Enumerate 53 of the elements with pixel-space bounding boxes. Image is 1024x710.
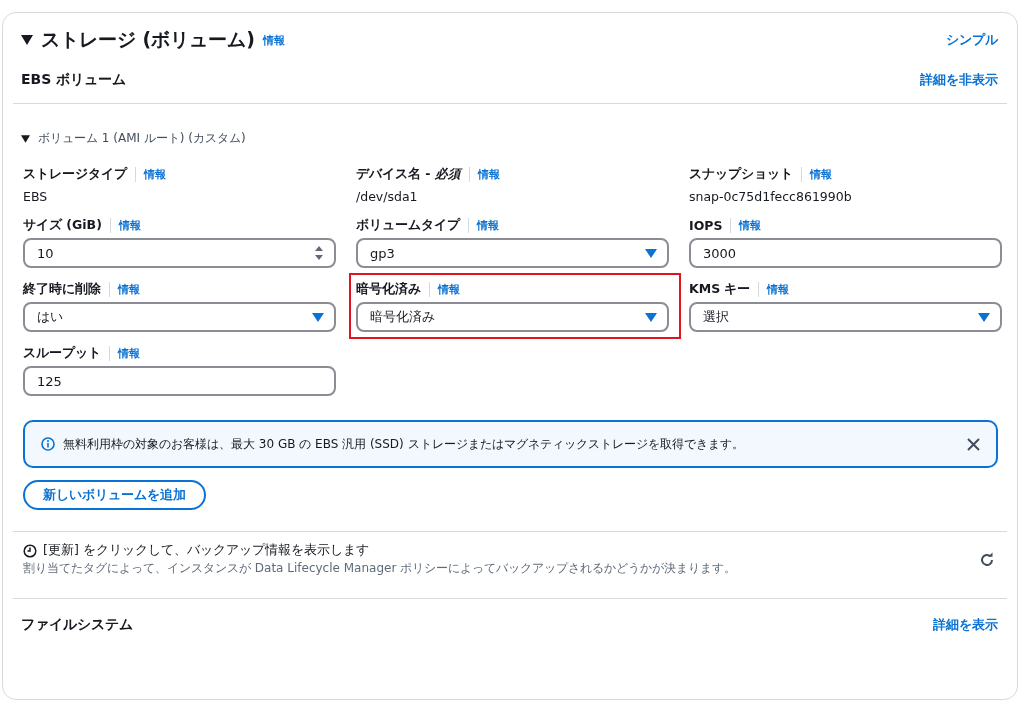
info-link[interactable]: 情報 — [477, 166, 500, 182]
number-input[interactable]: 10 — [23, 238, 336, 268]
info-icon — [41, 437, 55, 451]
volume-title[interactable]: ボリューム 1 (AMI ルート) (カスタム) — [38, 130, 246, 147]
section-title: ストレージ (ボリューム) — [41, 27, 255, 52]
field-label: KMS キー — [689, 280, 751, 298]
info-link[interactable]: 情報 — [810, 166, 832, 182]
select-dropdown[interactable]: 暗号化済み — [356, 302, 669, 332]
text-input[interactable]: 125 — [23, 366, 336, 396]
field-value: EBS — [23, 188, 49, 204]
info-link[interactable]: 情報 — [767, 281, 790, 297]
field-label: 暗号化済み — [356, 280, 421, 298]
collapse-caret-icon[interactable] — [21, 134, 30, 143]
field-label: スループット — [23, 344, 101, 362]
info-link[interactable]: 情報 — [263, 32, 285, 48]
backup-description: 割り当てたタグによって、インスタンスが Data Lifecycle Manager ポリシーによってバックアップされるかどうかが決まります。 — [23, 560, 737, 577]
dropdown-caret-icon — [312, 312, 324, 322]
field-label: デバイス名 - 必須 — [356, 165, 461, 183]
info-link[interactable]: 情報 — [118, 217, 141, 233]
alert-message: 無料利用枠の対象のお客様は、最大 30 GB の EBS 汎用 (SSD) ストレージまたはマグネティックストレージを取得できます。 — [63, 435, 745, 453]
dropdown-caret-icon — [645, 312, 657, 322]
show-details-link[interactable]: 詳細を表示 — [933, 616, 998, 634]
refresh-icon[interactable] — [979, 552, 995, 568]
subsection-title: ファイルシステム — [21, 616, 133, 634]
select-dropdown[interactable]: はい — [23, 302, 336, 332]
field-label: 終了時に削除 — [23, 280, 101, 298]
field-label: ストレージタイプ — [23, 165, 127, 183]
field-label: スナップショット — [689, 165, 793, 183]
info-link[interactable]: 情報 — [144, 166, 166, 182]
info-link[interactable]: 情報 — [118, 281, 140, 297]
spinner-icon[interactable] — [314, 245, 324, 261]
close-icon[interactable] — [967, 437, 980, 451]
add-volume-button[interactable]: 新しいボリュームを追加 — [23, 480, 206, 510]
info-link[interactable]: 情報 — [438, 281, 460, 297]
field-label: サイズ (GiB) — [23, 216, 102, 234]
collapse-caret-icon[interactable] — [21, 35, 33, 45]
backup-info-title: [更新] をクリックして、バックアップ情報を表示します — [43, 542, 369, 559]
select-dropdown[interactable]: gp3 — [356, 238, 669, 268]
simple-mode-link[interactable]: シンプル — [946, 31, 998, 49]
dropdown-caret-icon — [978, 312, 990, 322]
select-dropdown[interactable]: 選択 — [689, 302, 1002, 332]
hide-details-link[interactable]: 詳細を非表示 — [920, 71, 998, 89]
field-label: IOPS — [689, 217, 723, 233]
field-value: /dev/sda1 — [356, 188, 419, 204]
field-label: ボリュームタイプ — [356, 216, 460, 234]
clock-icon — [23, 543, 37, 558]
info-link[interactable]: 情報 — [477, 217, 499, 233]
field-value: snap-0c75d1fecc861990b — [689, 188, 853, 204]
info-link[interactable]: 情報 — [739, 217, 762, 233]
subsection-title: EBS ボリューム — [21, 71, 127, 89]
info-link[interactable]: 情報 — [118, 345, 140, 361]
dropdown-caret-icon — [645, 248, 657, 258]
text-input[interactable]: 3000 — [689, 238, 1002, 268]
